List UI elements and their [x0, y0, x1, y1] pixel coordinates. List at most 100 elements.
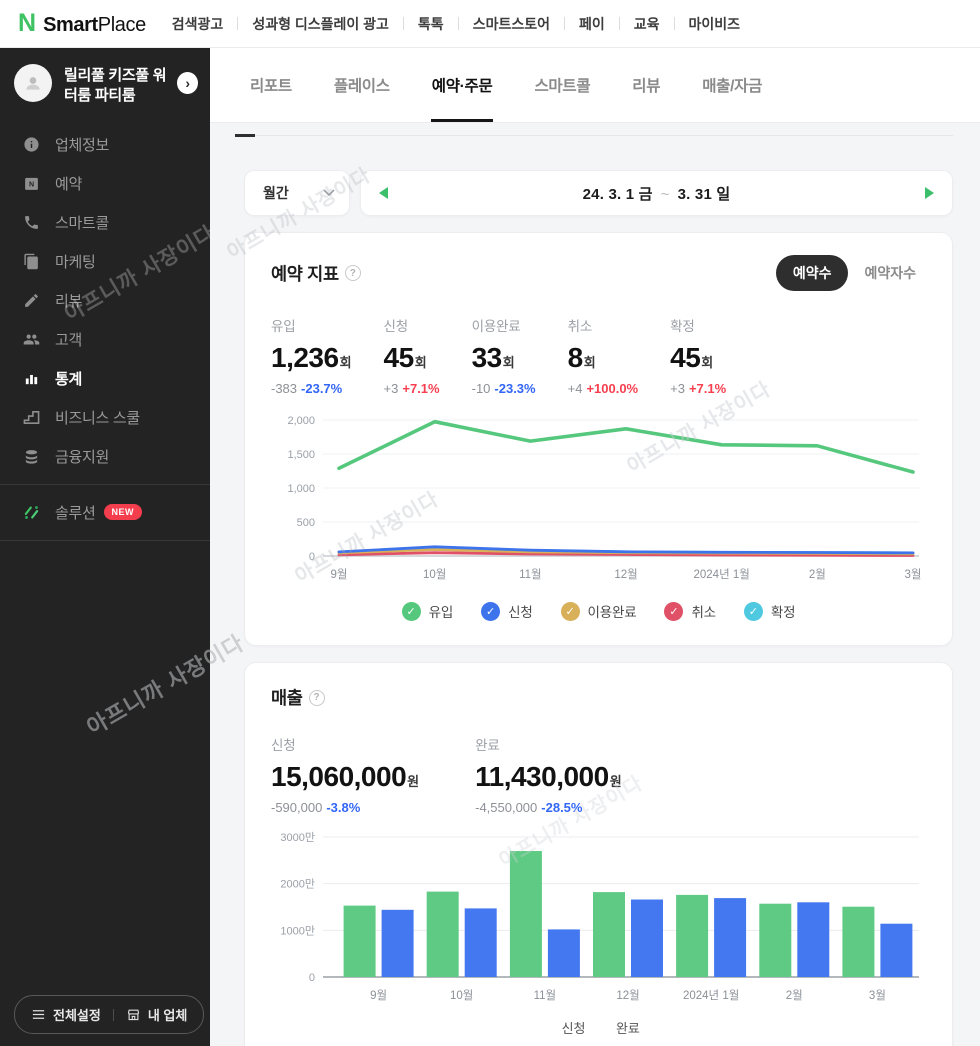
sidebar-divider: [0, 483, 210, 485]
check-circle-icon: ✓: [664, 601, 684, 621]
sales-metrics: 신청 15,060,000원 -590,000 -3.8% 완료 11,430,0…: [271, 734, 926, 815]
date-navigator: 24. 3. 1 금 ~3. 31 일: [360, 170, 953, 216]
phone-icon: [23, 214, 40, 231]
top-menu-item-searchad[interactable]: 검색광고: [172, 14, 224, 34]
svg-text:12월: 12월: [616, 989, 639, 1002]
business-avatar[interactable]: [14, 64, 52, 102]
legend-item-completed[interactable]: ✓ 이용완료: [560, 601, 637, 621]
sidebar-item-reservation[interactable]: N 예약: [0, 164, 210, 203]
svg-text:1,000: 1,000: [287, 483, 315, 495]
footer-divider: [112, 1008, 114, 1021]
pencil-icon: [23, 292, 40, 309]
line-chart-legend: ✓ 유입 ✓ 신청 ✓ 이용완료 ✓ 취소 ✓ 확정: [271, 601, 926, 621]
svg-text:2024년 1월: 2024년 1월: [693, 568, 749, 581]
sidebar-item-statistics[interactable]: 통계: [0, 359, 210, 398]
top-menu-item-smartstore[interactable]: 스마트스토어: [444, 14, 550, 34]
legend-item-requested[interactable]: ✓ 신청: [481, 601, 533, 621]
logo-place-text: Place: [97, 14, 146, 36]
reservation-line-chart: 0 500 1,000 1,500 2,000 9월 10월 11월 12월 2024년 1월 2월…: [271, 410, 926, 595]
metric-cancelled: 취소 8회 +4 +100.0%: [567, 319, 639, 396]
card-title: 예약 지표: [271, 263, 339, 284]
global-settings-button[interactable]: 전체설정: [31, 1005, 101, 1024]
my-business-button[interactable]: 내 업체: [126, 1005, 187, 1024]
svg-text:500: 500: [297, 517, 315, 529]
top-menu-item-talktalk[interactable]: 톡톡: [389, 14, 444, 34]
sidebar-item-review[interactable]: 리뷰: [0, 281, 210, 320]
school-icon: [23, 409, 40, 426]
new-badge: NEW: [103, 504, 143, 520]
business-name: 릴리풀 키즈풀 워터룸 파티룸: [64, 67, 167, 105]
check-circle-icon: ✓: [743, 601, 763, 621]
legend-item-cancelled[interactable]: ✓ 취소: [664, 601, 716, 621]
sidebar-item-business-info[interactable]: 업체정보: [0, 125, 210, 164]
finance-icon: [23, 448, 40, 465]
help-icon[interactable]: ?: [308, 689, 325, 706]
tab-sales-funds[interactable]: 매출/자금: [702, 48, 762, 122]
toggle-reservation-persons[interactable]: 예약자수: [854, 256, 926, 290]
calendar-icon: N: [23, 175, 40, 192]
count-type-toggle: 예약수 예약자수: [775, 255, 926, 291]
store-icon: [127, 1009, 139, 1021]
top-menu: 검색광고 성과형 디스플레이 광고 톡톡 스마트스토어 페이 교육 마이비즈: [172, 14, 740, 34]
svg-text:3월: 3월: [905, 568, 922, 581]
tab-place[interactable]: 플레이스: [334, 48, 390, 122]
svg-text:1,500: 1,500: [287, 449, 315, 461]
people-icon: [23, 331, 40, 348]
svg-text:N: N: [29, 180, 34, 188]
legend-item-sales-completed: 완료: [615, 1021, 640, 1036]
hamburger-icon: [32, 1010, 45, 1019]
sidebar-item-smartcall[interactable]: 스마트콜: [0, 203, 210, 242]
content: 월간 24. 3. 1 금~3. 31 일 예약 지표 ? 예약수 예약자수: [210, 136, 980, 1046]
sidebar-item-solution[interactable]: 솔루션 NEW: [0, 493, 210, 532]
metric-requested: 신청 45회 +3 +7.1%: [383, 319, 440, 396]
svg-text:10월: 10월: [423, 568, 446, 581]
svg-text:0: 0: [309, 972, 315, 984]
metric-sales-completed: 완료 11,430,000원 -4,550,000 -28.5%: [475, 738, 622, 815]
help-icon[interactable]: ?: [344, 265, 361, 281]
metric-sales-requested: 신청 15,060,000원 -590,000 -3.8%: [271, 738, 420, 815]
svg-text:3월: 3월: [869, 989, 886, 1002]
metric-completed: 이용완료 33회 -10 -23.3%: [471, 319, 536, 396]
sidebar-item-business-school[interactable]: 비즈니스 스쿨: [0, 398, 210, 437]
svg-text:2월: 2월: [809, 568, 826, 581]
svg-text:1000만: 1000만: [280, 924, 315, 937]
info-icon: [23, 136, 40, 153]
tab-smartcall[interactable]: 스마트콜: [534, 48, 590, 122]
reservation-metrics: 유입 1,236회 -383 -23.7% 신청 45회 +3 +7.1% 이용완료…: [271, 315, 926, 396]
sidebar: 릴리풀 키즈풀 워터룸 파티룸 › 업체정보 N 예약 스마트콜 마케팅 리뷰 …: [0, 48, 210, 1046]
tab-review[interactable]: 리뷰: [632, 48, 660, 122]
svg-text:2000만: 2000만: [280, 878, 315, 891]
top-menu-item-mybiz[interactable]: 마이비즈: [660, 14, 741, 34]
toggle-reservation-count[interactable]: 예약수: [775, 255, 849, 291]
svg-text:3000만: 3000만: [280, 831, 315, 844]
svg-text:9월: 9월: [370, 989, 387, 1002]
top-menu-item-displayad[interactable]: 성과형 디스플레이 광고: [223, 14, 389, 34]
check-circle-icon: ✓: [401, 601, 421, 621]
period-select[interactable]: 월간: [244, 170, 350, 216]
sidebar-nav: 업체정보 N 예약 스마트콜 마케팅 리뷰 고객 통계 비즈니스 스쿨 금융지원…: [0, 125, 210, 541]
tab-reservation-order[interactable]: 예약·주문: [432, 48, 493, 122]
svg-text:0: 0: [309, 551, 315, 563]
sidebar-expand-button[interactable]: ›: [177, 72, 198, 94]
smartplace-logo[interactable]: N Smart Place: [18, 9, 146, 38]
sidebar-item-marketing[interactable]: 마케팅: [0, 242, 210, 281]
period-value: 월간: [263, 185, 289, 201]
top-menu-item-pay[interactable]: 페이: [550, 14, 605, 34]
top-menu-item-edu[interactable]: 교육: [605, 14, 660, 34]
line-chart-svg: 0 500 1,000 1,500 2,000 9월 10월 11월 12월 2024년 1월 2월…: [287, 415, 922, 581]
svg-text:9월: 9월: [331, 568, 348, 581]
svg-text:2,000: 2,000: [287, 415, 315, 427]
chevron-down-icon: [323, 189, 335, 197]
sidebar-item-finance[interactable]: 금융지원: [0, 437, 210, 476]
prev-period-button[interactable]: [379, 187, 388, 199]
legend-item-confirmed[interactable]: ✓ 확정: [743, 601, 796, 621]
chevron-right-icon: ›: [185, 75, 190, 91]
legend-item-inflow[interactable]: ✓ 유입: [401, 601, 453, 621]
top-bar: N Smart Place 검색광고 성과형 디스플레이 광고 톡톡 스마트스토…: [0, 0, 980, 48]
logo-smart-text: Smart: [43, 14, 98, 36]
next-period-button[interactable]: [925, 187, 934, 199]
svg-text:10월: 10월: [450, 989, 473, 1002]
check-circle-icon: ✓: [560, 601, 580, 621]
tab-report[interactable]: 리포트: [250, 48, 292, 122]
sidebar-item-customers[interactable]: 고객: [0, 320, 210, 359]
